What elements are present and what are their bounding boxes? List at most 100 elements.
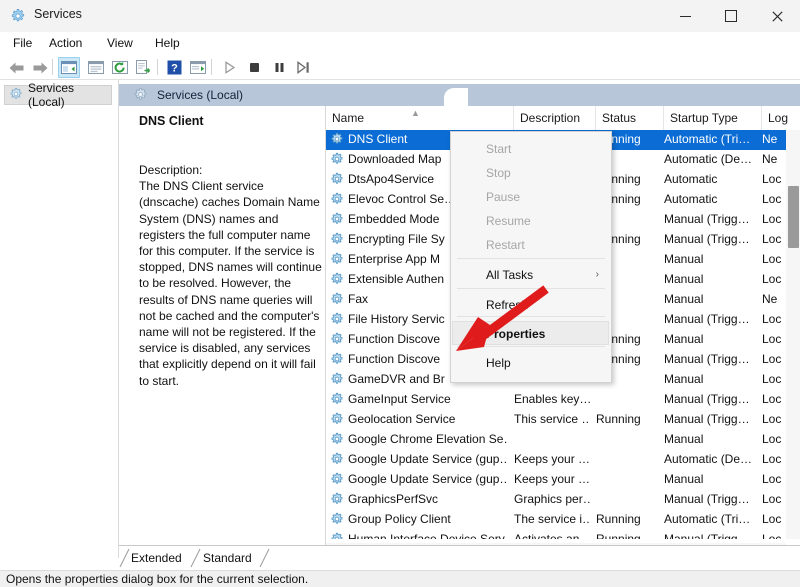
service-gear-icon [330,292,344,309]
menu-separator [457,258,605,259]
table-row[interactable]: Group Policy Client The service i… Running… [326,510,800,530]
column-header-log-on-as[interactable]: Log [762,106,800,130]
cell-startup-type: Automatic [664,172,718,186]
tab-extended[interactable]: Extended [131,548,182,568]
table-row[interactable]: Geolocation Service This service … Running… [326,410,800,430]
service-gear-icon [330,252,344,269]
menu-action[interactable]: Action [42,35,89,52]
service-gear-icon [330,492,344,509]
close-button[interactable] [754,0,800,32]
menu-bar: File Action View Help [0,32,800,54]
svg-text:?: ? [171,63,178,75]
cell-name: Group Policy Client [348,512,451,526]
toolbar: ? [0,54,800,80]
service-gear-icon [330,192,344,209]
cell-name: Google Chrome Elevation Se… [348,432,508,446]
vertical-scroll-thumb[interactable] [788,186,799,248]
service-gear-icon [330,432,344,449]
menu-file[interactable]: File [6,35,39,52]
tab-edge-right [259,548,270,568]
cell-name: GameInput Service [348,392,451,406]
start-service-icon[interactable] [218,57,240,78]
service-gear-icon [330,172,344,189]
service-gear-icon [330,532,344,539]
cell-startup-type: Manual (Trigg… [664,392,750,406]
refresh-icon[interactable] [109,57,131,78]
context-menu-item-pause: Pause [452,185,609,209]
tab-edge-mid [190,548,201,568]
service-gear-icon [330,452,344,469]
minimize-button[interactable] [662,0,708,32]
table-row[interactable]: GraphicsPerfSvc Graphics per… Manual (Trig… [326,490,800,510]
cell-startup-type: Manual (Trigg… [664,212,750,226]
pause-service-icon[interactable] [268,57,290,78]
context-menu-item-properties[interactable]: Properties [452,321,609,345]
maximize-button[interactable] [708,0,754,32]
properties-icon[interactable] [85,57,107,78]
column-header-name[interactable]: Name [326,106,514,130]
cell-description: Enables key… [514,392,590,406]
stop-service-icon[interactable] [243,57,265,78]
show-hide-action-pane-icon[interactable] [187,57,209,78]
context-menu-item-start: Start [452,137,609,161]
table-row[interactable]: Google Update Service (gup… Keeps your … A… [326,450,800,470]
column-header-startup-type[interactable]: Startup Type [664,106,762,130]
context-menu-item-label: All Tasks [486,268,534,282]
cell-name: GraphicsPerfSvc [348,492,439,506]
status-bar: Opens the properties dialog box for the … [0,570,800,587]
cell-startup-type: Manual [664,292,704,306]
context-menu-item-restart: Restart [452,233,609,257]
title-bar: Services [0,0,800,33]
pane-header: Services (Local) [119,84,800,110]
cell-startup-type: Manual [664,272,704,286]
cell-startup-type: Automatic (Tri… [664,132,751,146]
table-row[interactable]: Google Chrome Elevation Se… Manual Loc [326,430,800,450]
context-menu-item-label: Resume [486,214,531,228]
cell-startup-type: Manual [664,372,704,386]
restart-service-icon[interactable] [292,57,314,78]
cell-description: This service … [514,412,590,426]
cell-name: Google Update Service (gup… [348,472,508,486]
service-gear-icon [330,412,344,429]
context-menu-item-all-tasks[interactable]: All Tasks › [452,263,609,287]
service-gear-icon [330,372,344,389]
services-gear-icon [133,87,148,105]
menu-view[interactable]: View [100,35,140,52]
cell-startup-type: Manual (Trigg… [664,232,750,246]
cell-status: Running [596,512,641,526]
service-gear-icon [330,272,344,289]
cell-startup-type: Manual [664,472,704,486]
cell-name: Google Update Service (gup… [348,452,508,466]
back-arrow-icon[interactable] [5,57,27,78]
context-menu-item-help[interactable]: Help [452,351,609,375]
table-row[interactable]: Human Interface Device Serv… Activates an… [326,530,800,539]
cell-startup-type: Automatic [664,192,718,206]
cell-startup-type: Automatic (Tri… [664,512,751,526]
show-hide-console-tree-icon[interactable] [58,57,80,78]
forward-arrow-icon[interactable] [29,57,51,78]
sidebar-item-label: Services (Local) [28,81,75,109]
context-menu-item-label: Restart [486,238,525,252]
service-gear-icon [330,332,344,349]
context-menu-item-refresh[interactable]: Refresh [452,293,609,317]
menu-help[interactable]: Help [148,35,187,52]
service-gear-icon [330,352,344,369]
column-header-description[interactable]: Description [514,106,596,130]
table-row[interactable]: GameInput Service Enables key… Manual (Tri… [326,390,800,410]
sidebar-item-services-local[interactable]: Services (Local) [4,81,112,109]
help-icon[interactable]: ? [163,57,185,78]
cell-startup-type: Manual [664,332,704,346]
cell-startup-type: Manual [664,252,704,266]
cell-startup-type: Manual (Trigg… [664,492,750,506]
tab-standard[interactable]: Standard [203,548,252,568]
service-gear-icon [330,512,344,529]
service-gear-icon [330,152,344,169]
context-menu-item-stop: Stop [452,161,609,185]
context-menu-item-label: Start [486,142,512,156]
services-gear-icon [10,8,26,24]
column-header-status[interactable]: Status [596,106,664,130]
export-list-icon[interactable] [133,57,155,78]
vertical-scrollbar[interactable] [786,130,800,539]
menu-separator [457,346,605,347]
table-row[interactable]: Google Update Service (gup… Keeps your … M… [326,470,800,490]
